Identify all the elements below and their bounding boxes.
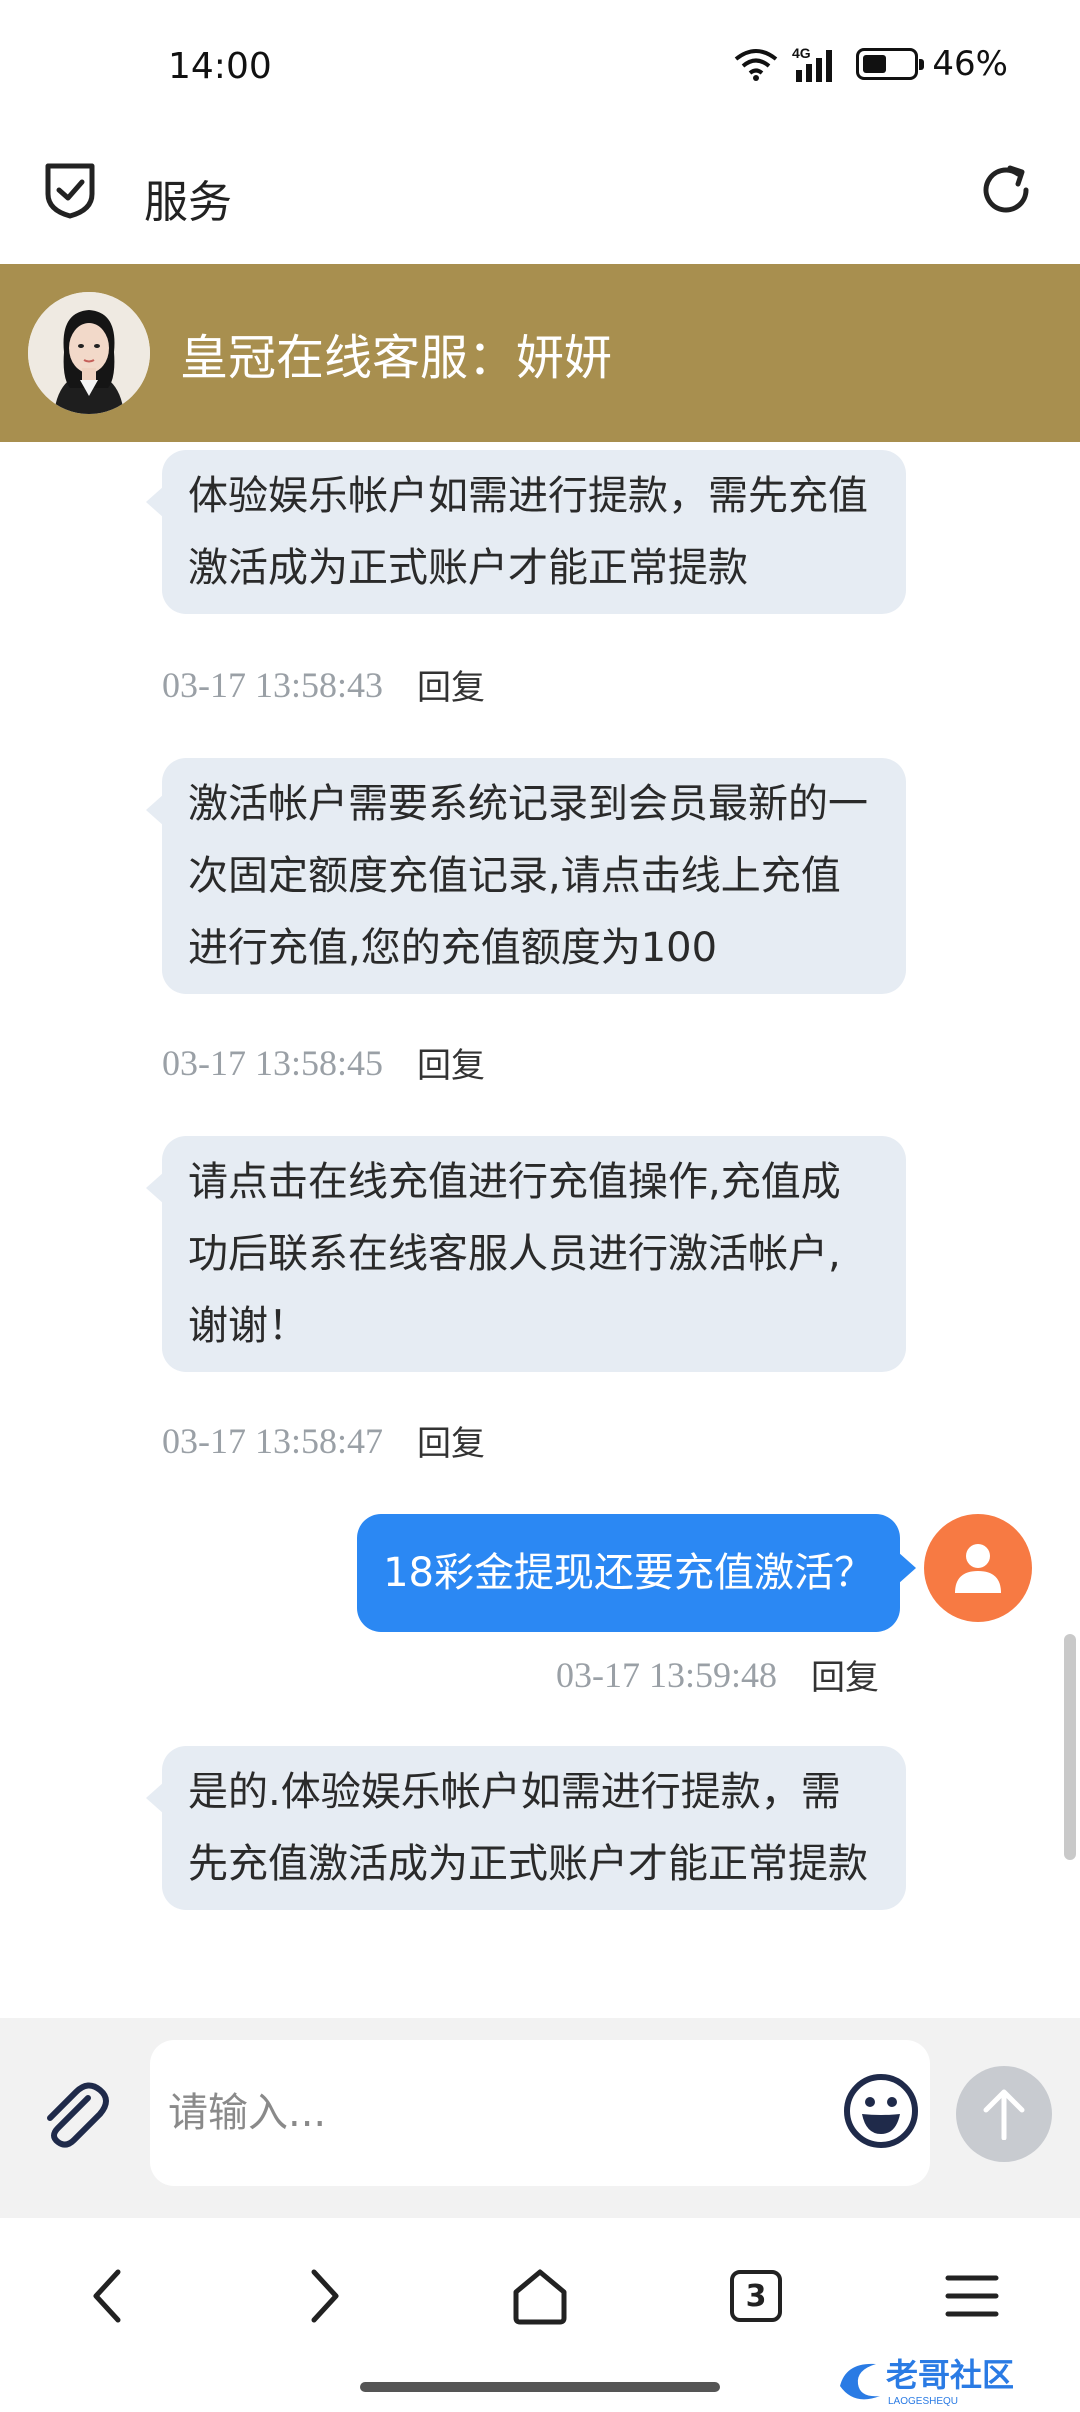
user-avatar <box>924 1514 1032 1622</box>
reply-link[interactable]: 回复 <box>417 1038 485 1087</box>
message-text: 18彩金提现还要充值激活？ <box>383 1550 874 1596</box>
message-text: 请点击在线充值进行充值操作,充值成功后联系在线客服人员进行激活帐户,谢谢！ <box>188 1159 841 1349</box>
reply-link[interactable]: 回复 <box>417 660 485 709</box>
wifi-icon <box>735 49 778 81</box>
message-text: 是的.体验娱乐帐户如需进行提款，需先充值激活成为正式账户才能正常提款 <box>188 1769 868 1887</box>
user-icon <box>955 1544 1001 1593</box>
send-button[interactable] <box>956 2066 1052 2162</box>
message-meta: 03-17 13:58:45 回复 <box>162 1038 485 1087</box>
cellular-signal-icon: 4G <box>792 45 833 82</box>
message-timestamp: 03-17 13:58:45 <box>162 1042 383 1083</box>
emoji-icon[interactable] <box>842 2072 920 2150</box>
chat-scrollbar[interactable] <box>1064 1634 1076 1860</box>
network-type-label: 4G <box>792 45 811 61</box>
page-title: 服务 <box>144 177 232 228</box>
status-bar: 14:00 4G 46% <box>0 0 1080 140</box>
watermark-subtext: LAOGESHEQU <box>888 2396 958 2407</box>
message-text: 激活帐户需要系统记录到会员最新的一次固定额度充值记录,请点击线上充值进行充值,您… <box>188 781 868 971</box>
agent-portrait-image <box>28 292 150 414</box>
hamburger-menu-icon <box>945 2275 999 2317</box>
tabs-button[interactable]: 3 <box>716 2256 796 2336</box>
message-meta: 03-17 13:59:48 回复 <box>556 1650 879 1699</box>
menu-button[interactable] <box>932 2256 1012 2336</box>
chat-title: 皇冠在线客服：妍妍 <box>180 330 613 386</box>
home-button[interactable] <box>500 2256 580 2336</box>
message-bubble-incoming: 体验娱乐帐户如需进行提款，需先充值激活成为正式账户才能正常提款 <box>146 450 906 614</box>
chevron-left-icon <box>93 2269 121 2323</box>
message-timestamp: 03-17 13:58:47 <box>162 1420 383 1461</box>
forward-button[interactable] <box>284 2256 364 2336</box>
chevron-right-icon <box>311 2269 339 2323</box>
battery-fill <box>863 55 887 73</box>
watermark-logo: 老哥社区 LAOGESHEQU <box>840 2356 1014 2407</box>
message-meta: 03-17 13:58:43 回复 <box>162 660 485 709</box>
tabs-count-icon: 3 <box>730 2270 782 2322</box>
reply-link[interactable]: 回复 <box>417 1416 485 1465</box>
message-timestamp: 03-17 13:58:43 <box>162 664 383 705</box>
battery-percent: 46% <box>932 44 1008 84</box>
gesture-home-indicator <box>360 2382 720 2392</box>
arrow-up-icon <box>983 2089 1025 2140</box>
battery-icon <box>856 48 925 80</box>
message-bubble-incoming: 是的.体验娱乐帐户如需进行提款，需先充值激活成为正式账户才能正常提款 <box>146 1746 906 1910</box>
message-bubble-incoming: 激活帐户需要系统记录到会员最新的一次固定额度充值记录,请点击线上充值进行充值,您… <box>146 758 906 994</box>
message-bubble-incoming: 请点击在线充值进行充值操作,充值成功后联系在线客服人员进行激活帐户,谢谢！ <box>146 1136 906 1372</box>
message-bubble-outgoing: 18彩金提现还要充值激活？ <box>357 1514 916 1632</box>
paperclip-icon[interactable] <box>36 2078 114 2156</box>
status-time: 14:00 <box>168 46 272 87</box>
home-icon <box>513 2269 567 2325</box>
reply-link[interactable]: 回复 <box>811 1650 879 1699</box>
message-meta: 03-17 13:58:47 回复 <box>162 1416 485 1465</box>
agent-avatar <box>28 292 150 414</box>
shield-check-icon[interactable] <box>42 160 98 220</box>
back-button[interactable] <box>68 2256 148 2336</box>
status-icons: 4G 46% <box>734 44 1008 84</box>
refresh-icon[interactable] <box>976 160 1036 220</box>
message-timestamp: 03-17 13:59:48 <box>556 1654 777 1695</box>
message-input[interactable] <box>150 2040 930 2186</box>
watermark-text: 老哥社区 <box>886 2356 1014 2394</box>
message-text: 体验娱乐帐户如需进行提款，需先充值激活成为正式账户才能正常提款 <box>188 473 868 591</box>
